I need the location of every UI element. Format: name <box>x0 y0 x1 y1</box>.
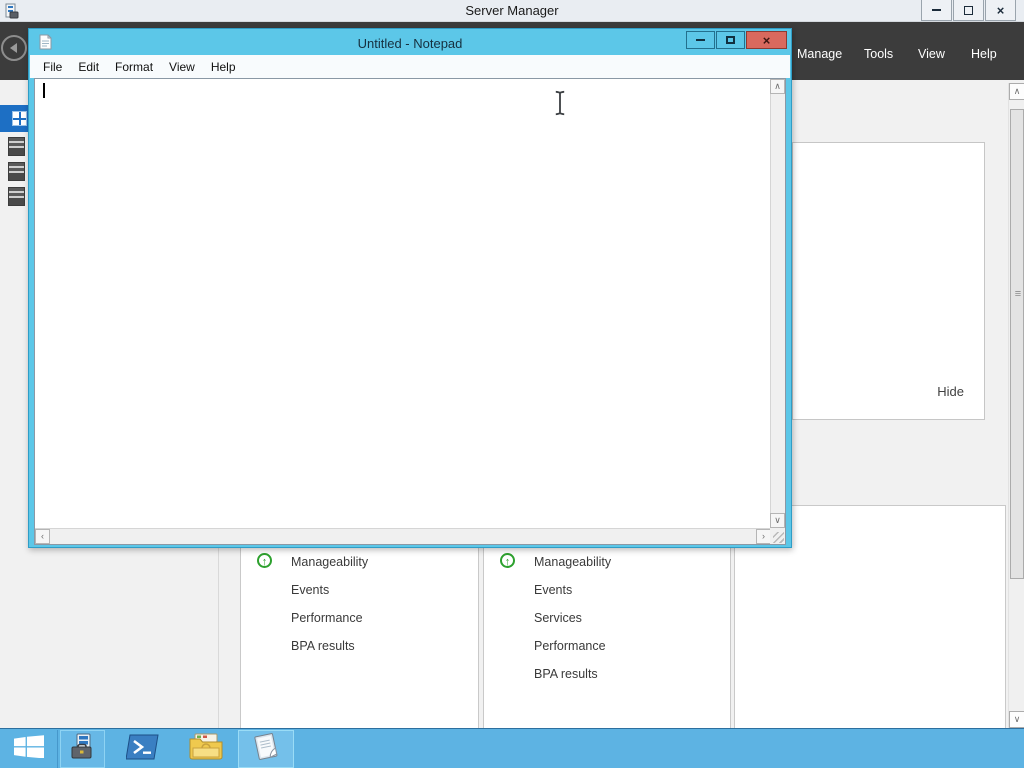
menu-view[interactable]: View <box>161 57 203 77</box>
dashboard-divider <box>218 548 219 728</box>
notepad-close-button[interactable]: × <box>746 31 787 49</box>
tile-link-bpa-results[interactable]: BPA results <box>291 639 355 653</box>
restore-button[interactable] <box>953 0 984 21</box>
up-arrow-circle-icon: ↑ <box>500 553 515 568</box>
maximize-icon <box>726 36 735 44</box>
back-arrow-icon[interactable] <box>1 35 27 61</box>
resize-grip[interactable] <box>770 528 785 544</box>
resize-grip-icon <box>773 532 784 543</box>
window-title: Server Manager <box>465 3 559 18</box>
windows-start-icon <box>13 735 44 763</box>
menu-format[interactable]: Format <box>107 57 161 77</box>
menu-edit[interactable]: Edit <box>70 57 107 77</box>
powershell-icon <box>124 734 160 765</box>
scroll-up-icon[interactable]: ∧ <box>770 79 785 94</box>
scroll-down-icon[interactable]: ∨ <box>1009 711 1024 728</box>
tile-link-bpa-results[interactable]: BPA results <box>534 667 598 681</box>
taskbar-button-powershell[interactable] <box>120 730 165 768</box>
server-manager-icon <box>68 732 98 767</box>
notepad-vertical-scrollbar[interactable]: ∧ ∨ <box>770 79 785 528</box>
i-beam-cursor <box>553 90 567 121</box>
tile-link-services[interactable]: Services <box>534 611 582 625</box>
menu-help[interactable]: Help <box>203 57 244 77</box>
start-button[interactable] <box>0 730 58 768</box>
scroll-left-icon[interactable]: ‹ <box>35 529 50 544</box>
back-triangle <box>10 43 17 53</box>
server-manager-titlebar: Server Manager × <box>0 0 1024 22</box>
minimize-icon <box>696 39 705 41</box>
dashboard-icon <box>12 111 27 126</box>
notepad-text-content[interactable] <box>35 79 771 528</box>
tile-link-manageability[interactable]: Manageability <box>534 555 611 569</box>
menu-view[interactable]: View <box>918 47 945 61</box>
tile-link-events[interactable]: Events <box>534 583 572 597</box>
menu-file[interactable]: File <box>35 57 70 77</box>
restore-icon <box>964 5 973 15</box>
file-explorer-icon <box>189 733 223 765</box>
minimize-button[interactable] <box>921 0 952 21</box>
notepad-title: Untitled - Notepad <box>357 36 463 51</box>
scroll-down-icon[interactable]: ∨ <box>770 513 785 528</box>
sidebar-item-local-server-icon[interactable] <box>8 137 25 156</box>
notepad-icon <box>250 732 282 767</box>
close-icon: × <box>762 32 771 48</box>
sidebar-item-file-storage-icon[interactable] <box>8 187 25 206</box>
notepad-menubar: File Edit Format View Help <box>30 55 790 78</box>
menu-tools[interactable]: Tools <box>864 47 893 61</box>
notepad-minimize-button[interactable] <box>686 31 715 49</box>
text-caret <box>43 83 45 98</box>
desktop: Server Manager × Manage Tools View Help … <box>0 0 1024 768</box>
sidebar-item-dashboard[interactable] <box>0 105 28 132</box>
notepad-maximize-button[interactable] <box>716 31 745 49</box>
taskbar-button-server-manager[interactable] <box>60 730 105 768</box>
scrollbar-grip-icon: ≡ <box>1014 288 1022 300</box>
welcome-tile: Hide <box>792 142 985 420</box>
notepad-text-area[interactable]: ∧ ∨ ‹ › <box>34 78 786 545</box>
close-icon: × <box>996 2 1005 18</box>
menu-help[interactable]: Help <box>971 47 997 61</box>
up-arrow-circle-icon: ↑ <box>257 553 272 568</box>
taskbar-button-notepad[interactable] <box>238 730 294 768</box>
scrollbar-thumb[interactable]: ≡ <box>1010 109 1024 579</box>
server-manager-scrollbar[interactable]: ∧ ≡ ∨ <box>1008 83 1024 728</box>
notepad-window: Untitled - Notepad × File Edit Format Vi… <box>28 28 792 548</box>
scroll-up-icon[interactable]: ∧ <box>1009 83 1024 100</box>
tile-link-manageability[interactable]: Manageability <box>291 555 368 569</box>
caption-buttons: × <box>920 0 1016 21</box>
tile-link-performance[interactable]: Performance <box>291 611 363 625</box>
hide-link[interactable]: Hide <box>937 384 964 399</box>
tile-link-performance[interactable]: Performance <box>534 639 606 653</box>
notepad-horizontal-scrollbar[interactable]: ‹ › <box>35 528 771 544</box>
scroll-right-icon[interactable]: › <box>756 529 771 544</box>
tile-link-events[interactable]: Events <box>291 583 329 597</box>
taskbar: 4:58 AM 12/4/2025 <box>0 728 1024 768</box>
taskbar-button-file-explorer[interactable] <box>183 730 228 768</box>
minimize-icon <box>932 9 941 11</box>
menu-manage[interactable]: Manage <box>797 47 842 61</box>
sidebar-item-all-servers-icon[interactable] <box>8 162 25 181</box>
close-button[interactable]: × <box>985 0 1016 21</box>
